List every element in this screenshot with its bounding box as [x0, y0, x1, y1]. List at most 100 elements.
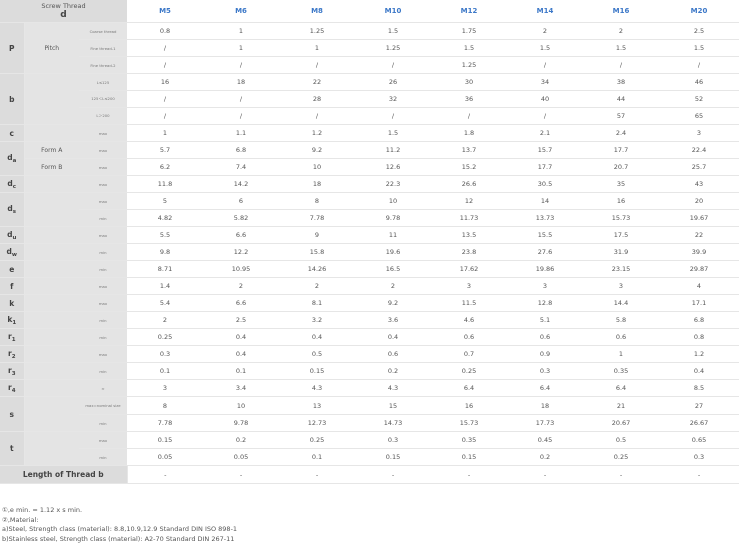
value-cell: 5	[127, 192, 203, 210]
value-cell: 0.9	[507, 345, 583, 363]
row-condition: L＞200	[79, 107, 127, 125]
value-cell: 11.2	[355, 141, 431, 159]
value-cell: 44	[583, 90, 659, 108]
param-subscript: c	[12, 183, 17, 190]
value-cell: 4.3	[355, 379, 431, 397]
value-cell: 0.15	[279, 362, 355, 380]
value-cell: 1	[279, 39, 355, 57]
row-label	[24, 277, 79, 295]
param-subscript: 2	[11, 353, 16, 360]
note-line: a)Steel, Strength class (material): 8.8,…	[2, 525, 238, 533]
note-line: ①,e min. = 1.12 x s min.	[2, 506, 83, 514]
value-cell: 15	[355, 396, 431, 415]
length-of-thread-label: Length of Thread b	[0, 465, 128, 484]
value-cell: 4.82	[127, 209, 203, 227]
value-cell: -	[355, 465, 431, 484]
value-cell: 14.2	[203, 175, 279, 193]
size-header-m16: M16	[583, 0, 659, 23]
row-label	[24, 431, 79, 466]
value-cell: 0.35	[583, 362, 659, 380]
value-cell: 1	[583, 345, 659, 363]
value-cell: 16	[583, 192, 659, 210]
value-cell: 3	[127, 379, 203, 397]
param-cell: r2	[0, 345, 25, 363]
size-header-m5: M5	[127, 0, 203, 23]
row-label	[24, 345, 79, 363]
param-cell: s	[0, 396, 25, 432]
value-cell: 11.73	[431, 209, 507, 227]
value-cell: 4	[659, 277, 739, 295]
table-row: Fine thread-2// //1.25// /	[0, 56, 739, 74]
row-label	[24, 226, 79, 244]
value-cell: 1.5	[431, 39, 507, 57]
value-cell: 6.8	[659, 311, 739, 329]
row-condition: max	[79, 294, 127, 312]
value-cell: 8.1	[279, 294, 355, 312]
row-condition: max	[79, 226, 127, 244]
param-cell: f	[0, 277, 25, 295]
value-cell: 6.2	[127, 158, 203, 176]
table-row: min 0.05 0.05 0.1 0.15 0.15 0.2 0.25 0.3	[0, 448, 739, 466]
value-cell: 34	[507, 73, 583, 91]
value-cell: 19.86	[507, 260, 583, 278]
param-cell: e	[0, 260, 25, 278]
value-cell: 7.4	[203, 158, 279, 176]
value-cell: 19.6	[355, 243, 431, 261]
value-cell: 7.78	[279, 209, 355, 227]
row-label	[24, 328, 79, 346]
value-cell: 5.4	[127, 294, 203, 312]
size-header-m8: M8	[279, 0, 355, 23]
value-cell: 0.3	[507, 362, 583, 380]
value-cell: 10	[203, 396, 279, 415]
value-cell: 57	[583, 107, 659, 125]
value-cell: 30.5	[507, 175, 583, 193]
param-subscript: 1	[12, 319, 17, 326]
value-cell: 0.7	[431, 345, 507, 363]
value-cell: 3	[659, 124, 739, 142]
value-cell: 5.1	[507, 311, 583, 329]
value-cell: 0.6	[507, 328, 583, 346]
spec-sheet: Screw Thread d M5 M6 M8 M10 M12 M14 M16 …	[0, 0, 739, 547]
value-cell: 2	[203, 277, 279, 295]
value-cell: 0.3	[659, 448, 739, 466]
value-cell: 35	[583, 175, 659, 193]
value-cell: 0.4	[279, 328, 355, 346]
value-cell: 17.73	[507, 414, 583, 432]
value-cell: 27.6	[507, 243, 583, 261]
value-cell: 3	[431, 277, 507, 295]
value-cell: -	[431, 465, 507, 484]
value-cell: 1.5	[583, 39, 659, 57]
value-cell: 22.3	[355, 175, 431, 193]
value-cell: /	[355, 107, 431, 125]
table-row: k max 5.4 6.6 8.1 9.2 11.5 12.8 14.4 17.1	[0, 294, 739, 312]
value-cell: 30	[431, 73, 507, 91]
row-condition: max	[79, 345, 127, 363]
value-cell: 14.73	[355, 414, 431, 432]
value-cell: 9.78	[355, 209, 431, 227]
value-cell: 2	[507, 22, 583, 40]
value-cell: /	[507, 107, 583, 125]
value-cell: 1.5	[355, 22, 431, 40]
table-row: 125＜L≤200//28 32 36 40 44 52	[0, 90, 739, 108]
row-condition: min	[79, 362, 127, 380]
value-cell: /	[659, 56, 739, 74]
value-cell: 6.6	[203, 226, 279, 244]
value-cell: 0.25	[583, 448, 659, 466]
value-cell: 8	[279, 192, 355, 210]
value-cell: 1.8	[431, 124, 507, 142]
value-cell: 1.2	[279, 124, 355, 142]
value-cell: 15.7	[507, 141, 583, 159]
value-cell: 0.5	[279, 345, 355, 363]
value-cell: 32	[355, 90, 431, 108]
value-cell: 8.5	[659, 379, 739, 397]
value-cell: 5.82	[203, 209, 279, 227]
value-cell: 15.2	[431, 158, 507, 176]
value-cell: 3.2	[279, 311, 355, 329]
size-header-m6: M6	[203, 0, 279, 23]
value-cell: /	[279, 107, 355, 125]
table-row: P Pitch Coarse thread 0.8 1 1.25 1.5 1.75 2 2 2.5	[0, 22, 739, 74]
param-cell: b	[0, 73, 25, 125]
value-cell: 2.5	[203, 311, 279, 329]
row-condition: min	[79, 414, 127, 432]
value-cell: 15.73	[583, 209, 659, 227]
